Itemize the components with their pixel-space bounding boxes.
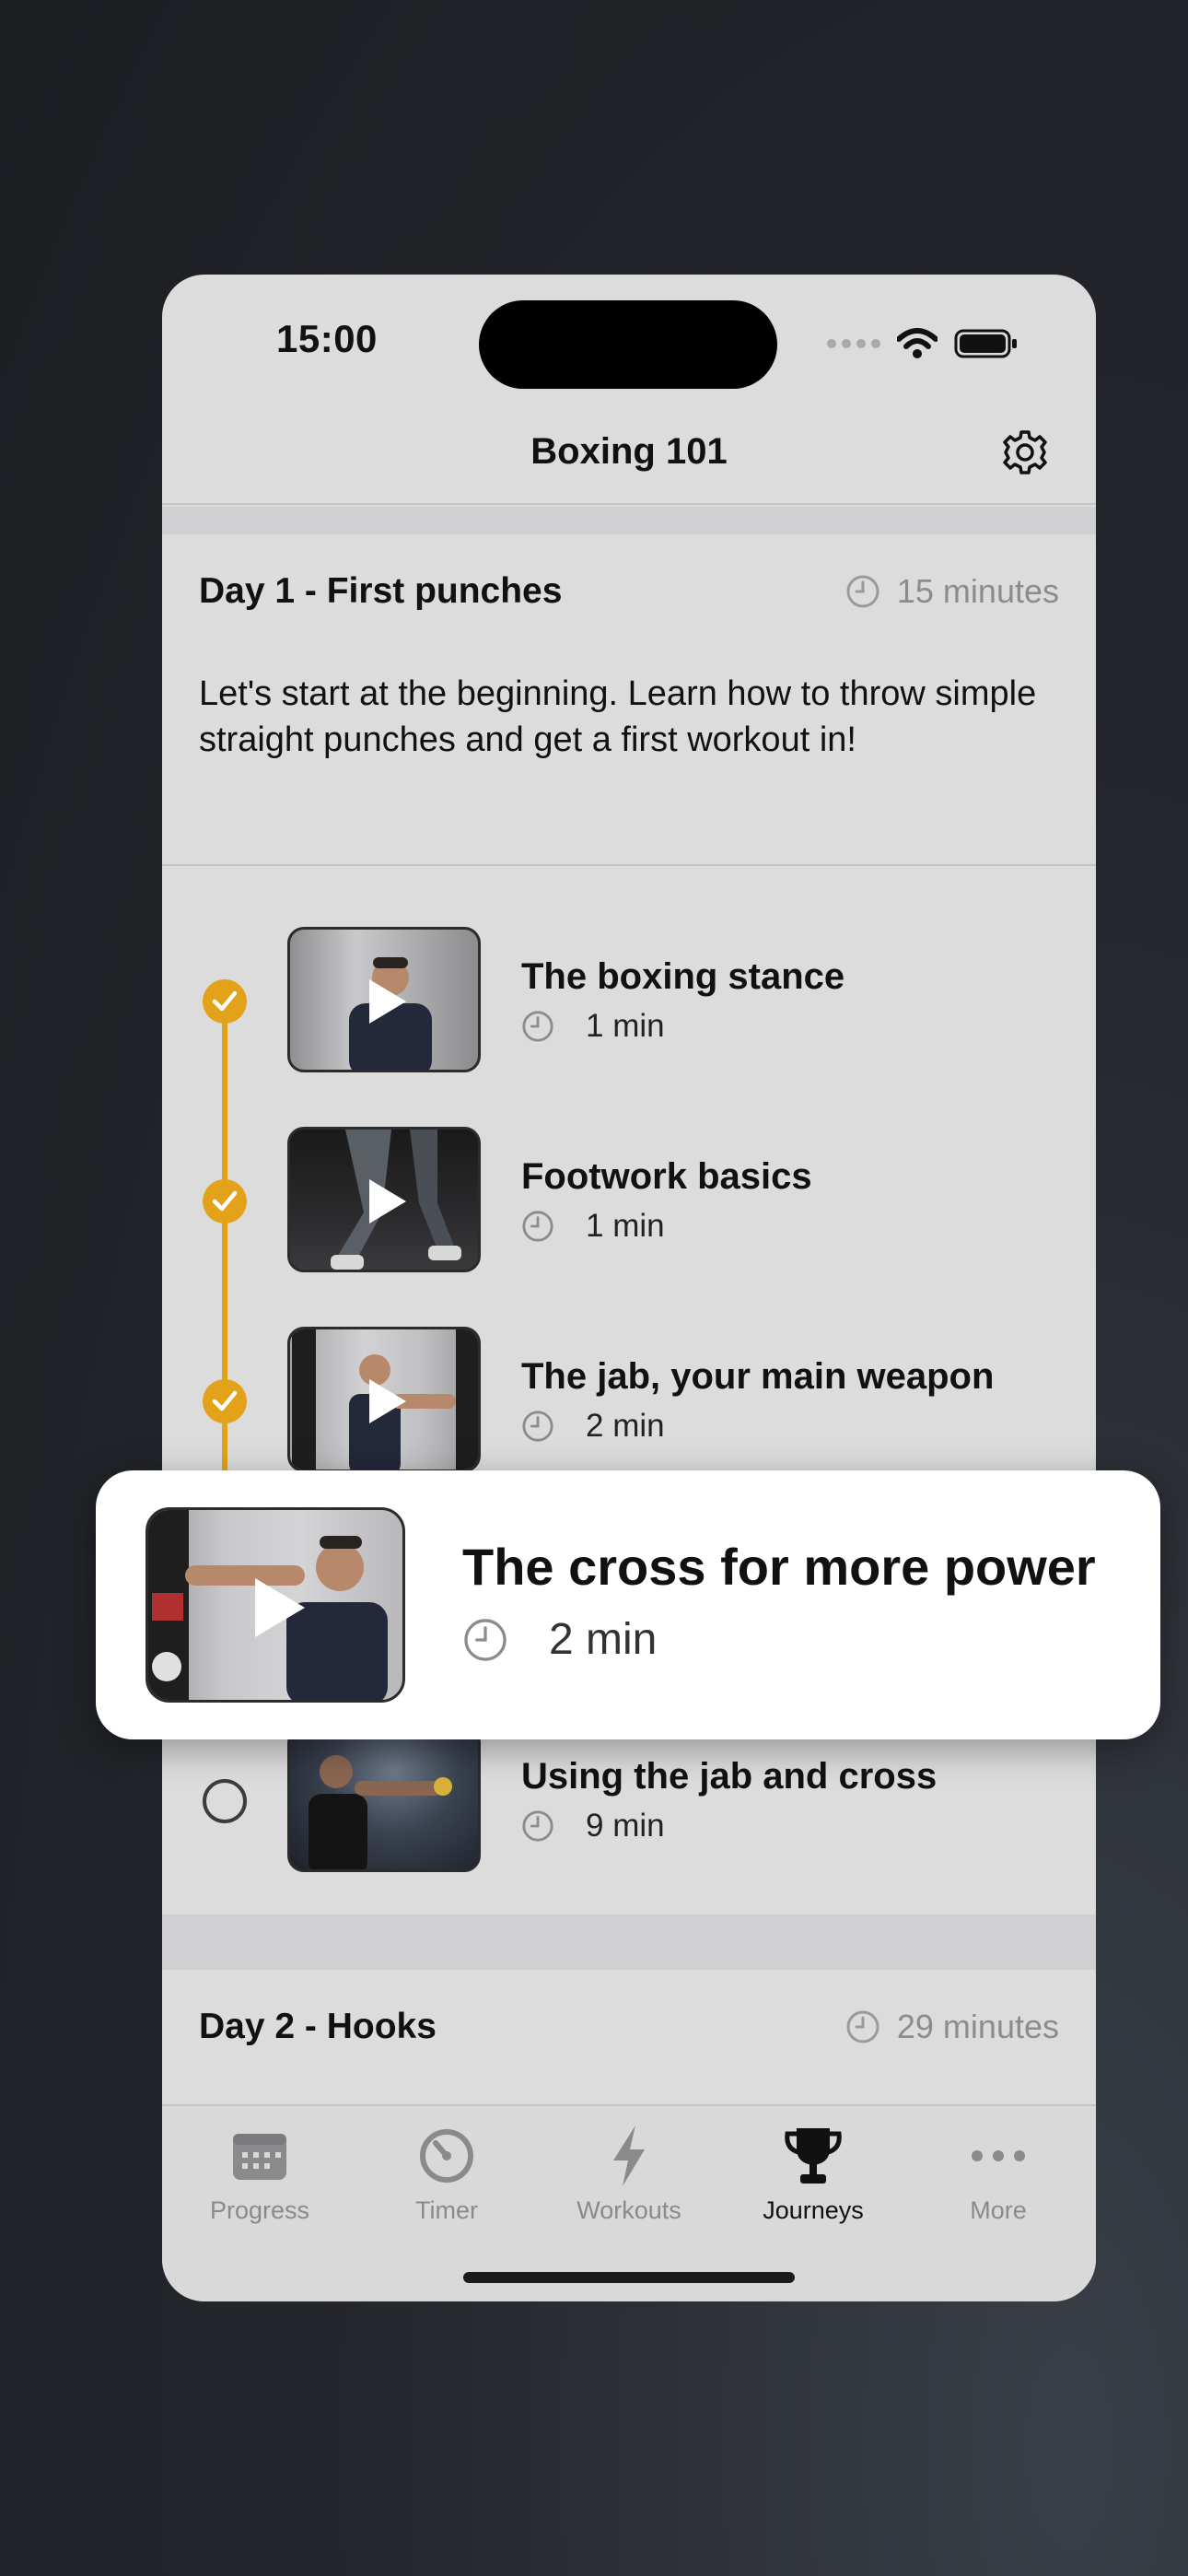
- lesson-duration: 9 min: [521, 1808, 665, 1844]
- completed-check-icon: [203, 1379, 247, 1423]
- navigation-bar: Boxing 101: [162, 413, 1096, 505]
- day-description: Let's start at the beginning. Learn how …: [199, 674, 1037, 759]
- lesson-duration: 2 min: [462, 1614, 657, 1665]
- lightning-icon: [613, 2125, 645, 2186]
- play-icon: [369, 1179, 406, 1224]
- clock-icon: [846, 2010, 879, 2043]
- lesson-duration-label: 1 min: [586, 1208, 665, 1244]
- page-title: Boxing 101: [530, 431, 728, 472]
- tab-timer[interactable]: Timer: [364, 2119, 530, 2225]
- lesson-thumbnail[interactable]: [287, 1327, 481, 1472]
- clock-icon: [464, 1618, 507, 1661]
- tab-label: Journeys: [763, 2196, 864, 2224]
- lesson-duration: 1 min: [521, 1008, 665, 1045]
- play-icon: [369, 979, 406, 1024]
- calendar-icon: [233, 2134, 286, 2180]
- clock-icon: [522, 1011, 553, 1042]
- lesson-row[interactable]: Using the jab and cross 9 min: [162, 1727, 1096, 1874]
- tab-label: Progress: [209, 2196, 310, 2224]
- lesson-thumbnail[interactable]: [146, 1507, 405, 1703]
- play-icon: [369, 1379, 406, 1423]
- highlighted-lesson-card[interactable]: The cross for more power 2 min: [96, 1470, 1160, 1739]
- battery-icon: [954, 329, 1017, 358]
- completed-check-icon: [203, 979, 247, 1024]
- lesson-duration: 2 min: [521, 1408, 665, 1445]
- status-bar: 15:00: [162, 275, 1096, 413]
- lesson-duration-label: 1 min: [586, 1008, 665, 1044]
- day-duration-label: 15 minutes: [896, 572, 1059, 610]
- day-title: Day 1 - First punches: [199, 571, 563, 611]
- settings-gear-icon[interactable]: [1000, 427, 1050, 477]
- lesson-title: The cross for more power: [462, 1538, 1096, 1596]
- day-header[interactable]: Day 1 - First punches 15 minutes: [199, 571, 1059, 612]
- lesson-thumbnail[interactable]: [287, 1727, 481, 1872]
- tab-progress[interactable]: Progress: [177, 2119, 343, 2225]
- completed-check-icon: [203, 1179, 247, 1224]
- status-icons: [827, 328, 1019, 359]
- lesson-duration: 1 min: [521, 1208, 665, 1245]
- phone-screen: 15:00 Boxing 101 Day 1 - First punches 1…: [162, 275, 1096, 2301]
- tab-label: Timer: [415, 2196, 478, 2224]
- more-icon: [972, 2150, 1025, 2161]
- lesson-duration-label: 2 min: [586, 1408, 665, 1444]
- tab-more[interactable]: More: [915, 2119, 1081, 2225]
- trophy-icon: [785, 2128, 842, 2184]
- lesson-duration-label: 2 min: [549, 1615, 658, 1664]
- signal-icon: [827, 339, 880, 348]
- lesson-duration-label: 9 min: [586, 1808, 665, 1844]
- day-header[interactable]: Day 2 - Hooks 29 minutes: [199, 2007, 1059, 2047]
- section-separator: [162, 1914, 1096, 1970]
- lesson-title: The jab, your main weapon: [521, 1356, 995, 1397]
- divider: [162, 864, 1096, 866]
- day-duration: 15 minutes: [845, 572, 1059, 611]
- clock-icon: [522, 1211, 553, 1242]
- tab-journeys[interactable]: Journeys: [730, 2119, 896, 2225]
- tab-workouts[interactable]: Workouts: [546, 2119, 712, 2225]
- clock-icon: [522, 1411, 553, 1442]
- lesson-thumbnail[interactable]: [287, 1127, 481, 1272]
- status-time: 15:00: [276, 317, 378, 360]
- clock-icon: [522, 1810, 553, 1842]
- lesson-title: Footwork basics: [521, 1156, 812, 1197]
- lesson-title: Using the jab and cross: [521, 1756, 938, 1797]
- lesson-row[interactable]: Footwork basics 1 min: [162, 1127, 1096, 1274]
- section-separator: [162, 507, 1096, 534]
- play-icon: [255, 1578, 305, 1637]
- lesson-thumbnail[interactable]: [287, 927, 481, 1072]
- incomplete-circle-icon: [203, 1779, 247, 1823]
- day-title: Day 2 - Hooks: [199, 2007, 437, 2046]
- lesson-row[interactable]: The jab, your main weapon 2 min: [162, 1327, 1096, 1474]
- home-indicator: [463, 2272, 795, 2283]
- day-duration: 29 minutes: [845, 2008, 1059, 2046]
- lesson-row[interactable]: The boxing stance 1 min: [162, 927, 1096, 1074]
- wifi-icon: [897, 328, 938, 358]
- tab-label: More: [970, 2196, 1027, 2224]
- clock-icon: [846, 575, 879, 608]
- lesson-title: The boxing stance: [521, 956, 845, 997]
- tab-label: Workouts: [577, 2196, 681, 2224]
- timer-icon: [420, 2129, 473, 2183]
- dynamic-island: [479, 300, 777, 389]
- day-duration-label: 29 minutes: [896, 2008, 1059, 2045]
